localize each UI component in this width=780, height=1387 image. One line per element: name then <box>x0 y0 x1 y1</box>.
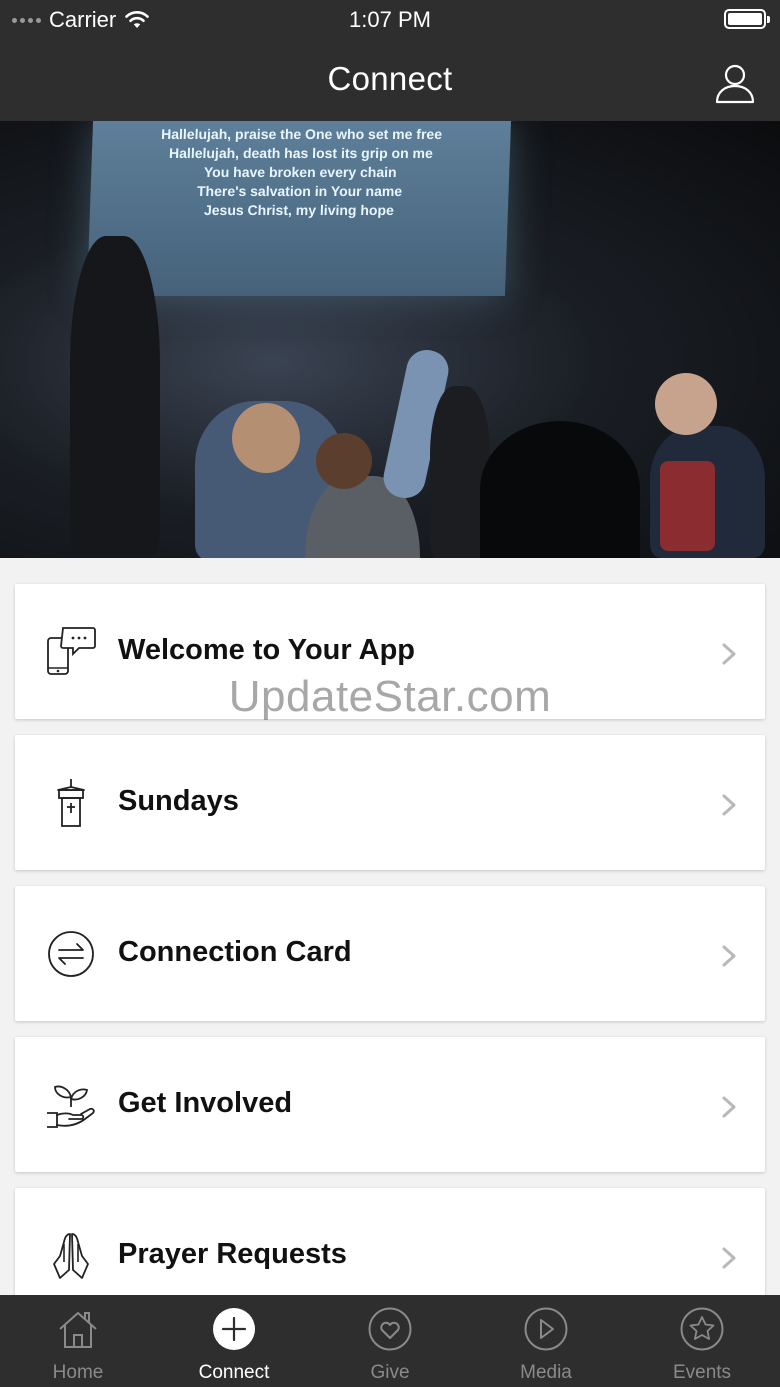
menu-card-label: Connection Card <box>118 936 352 968</box>
play-circle-icon <box>524 1307 568 1351</box>
tab-home[interactable]: Home <box>0 1295 156 1387</box>
tab-give[interactable]: Give <box>312 1295 468 1387</box>
chevron-right-icon <box>722 794 736 816</box>
tab-events[interactable]: Events <box>624 1295 780 1387</box>
heart-circle-icon <box>368 1307 412 1351</box>
tab-label: Give <box>370 1362 410 1383</box>
tab-label: Home <box>52 1362 104 1383</box>
menu-card-welcome[interactable]: Welcome to Your App <box>15 584 765 719</box>
star-circle-icon <box>680 1307 724 1351</box>
plus-circle-icon <box>213 1308 255 1350</box>
person-silhouette <box>480 421 640 558</box>
battery-icon <box>724 9 770 29</box>
tab-label: Media <box>520 1362 572 1383</box>
menu-card-label: Welcome to Your App <box>118 634 416 666</box>
person-silhouette <box>232 403 300 473</box>
church-tower-icon <box>57 779 85 827</box>
tab-media[interactable]: Media <box>468 1295 624 1387</box>
person-silhouette <box>660 461 715 551</box>
lyrics-screen: Hallelujah, praise the One who set me fr… <box>86 121 512 296</box>
person-icon[interactable] <box>714 62 756 104</box>
lyric-line: Hallelujah, praise the One who set me fr… <box>160 126 443 142</box>
person-silhouette <box>70 236 160 558</box>
menu-card-label: Get Involved <box>118 1087 293 1119</box>
chevron-right-icon <box>722 643 736 665</box>
page-title: Connect <box>327 60 453 97</box>
menu-card-label: Prayer Requests <box>118 1238 347 1270</box>
clock: 1:07 PM <box>349 7 431 32</box>
tab-label: Events <box>672 1362 732 1383</box>
phone-chat-icon <box>47 627 96 675</box>
lyric-line: Jesus Christ, my living hope <box>203 202 395 218</box>
lyric-line: You have broken every chain <box>203 164 397 180</box>
exchange-arrows-icon <box>48 931 94 977</box>
tab-bar: Home Connect Give Media Events <box>0 1295 780 1387</box>
menu-card-connection[interactable]: Connection Card <box>15 886 765 1021</box>
person-silhouette <box>316 433 372 489</box>
tab-connect[interactable]: Connect <box>156 1295 312 1387</box>
hero-image: Hallelujah, praise the One who set me fr… <box>0 121 780 558</box>
chevron-right-icon <box>722 1247 736 1269</box>
chevron-right-icon <box>722 945 736 967</box>
tab-label: Connect <box>198 1362 270 1383</box>
navigation-bar: Connect <box>0 40 780 121</box>
menu-card-sundays[interactable]: Sundays <box>15 735 765 870</box>
menu-card-get-involved[interactable]: Get Involved <box>15 1037 765 1172</box>
chevron-right-icon <box>722 1096 736 1118</box>
hand-plant-icon <box>47 1085 95 1128</box>
lyric-line: Hallelujah, death has lost its grip on m… <box>168 145 434 161</box>
menu-card-label: Sundays <box>118 785 239 817</box>
home-icon <box>59 1312 97 1348</box>
status-bar: Carrier 1:07 PM <box>0 0 780 40</box>
person-silhouette <box>655 373 717 435</box>
lyric-line: There's salvation in Your name <box>196 183 403 199</box>
praying-hands-icon <box>53 1233 89 1279</box>
